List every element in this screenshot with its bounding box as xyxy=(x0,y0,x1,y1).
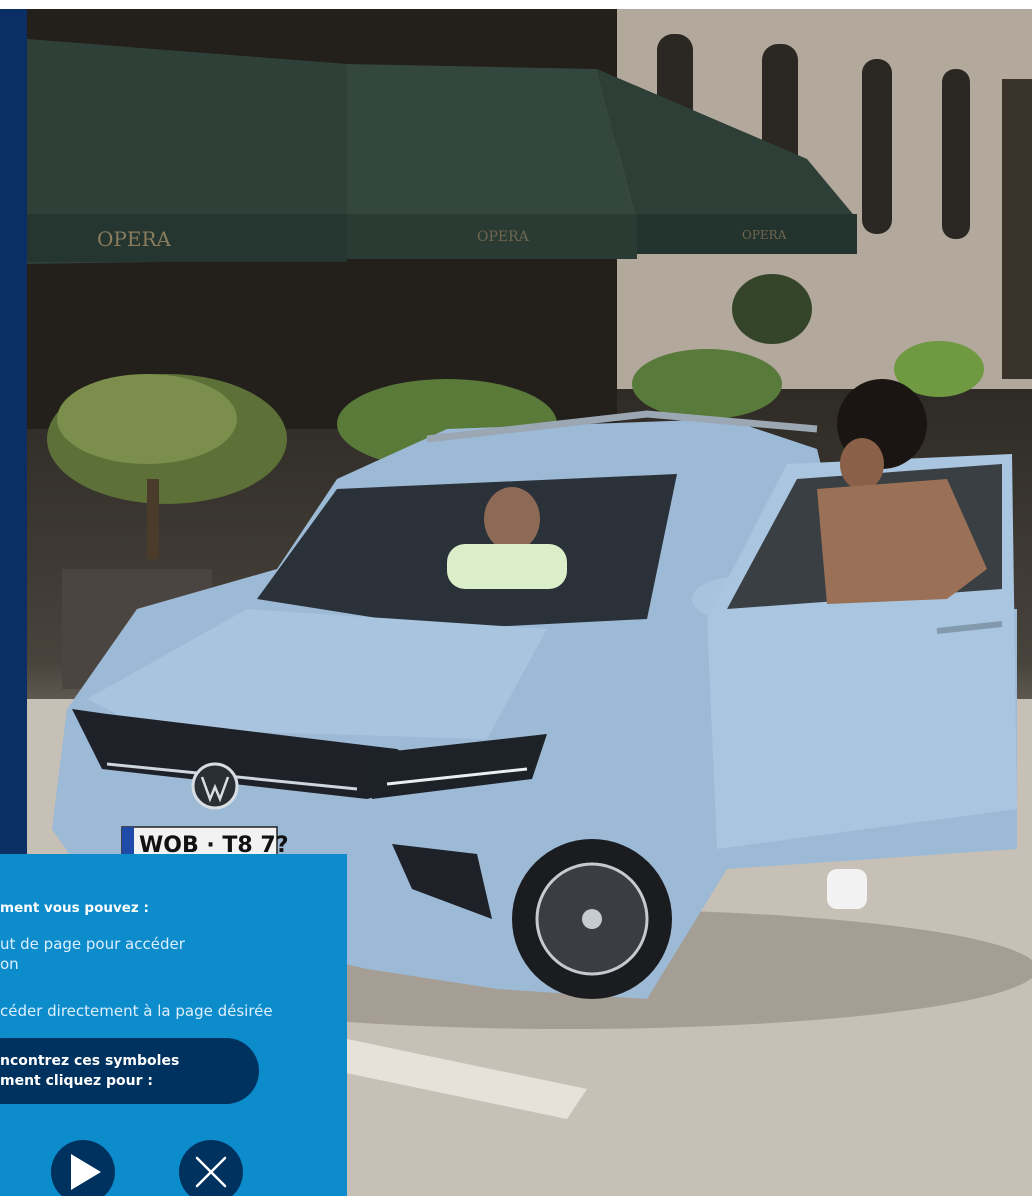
close-button[interactable] xyxy=(179,1140,243,1196)
symbols-hint-pill: ncontrez ces symboles ment cliquez pour … xyxy=(0,1038,259,1104)
svg-text:OPERA: OPERA xyxy=(742,228,787,242)
svg-text:OPERA: OPERA xyxy=(477,229,530,245)
symbols-hint-line-2: ment cliquez pour : xyxy=(0,1073,154,1089)
awning-text: OPERA xyxy=(97,227,172,251)
play-icon xyxy=(71,1154,101,1190)
help-info-panel: ment vous pouvez : ut de page pour accéd… xyxy=(0,854,347,1196)
help-line-3: céder directement à la page désirée xyxy=(0,1002,273,1020)
close-icon xyxy=(195,1156,227,1188)
help-line-1: ut de page pour accéder xyxy=(0,935,185,953)
help-line-2: on xyxy=(0,955,19,973)
help-heading: ment vous pouvez : xyxy=(0,900,149,916)
play-button[interactable] xyxy=(51,1140,115,1196)
top-strip xyxy=(0,0,1032,9)
symbols-hint-line-1: ncontrez ces symboles xyxy=(0,1053,180,1069)
